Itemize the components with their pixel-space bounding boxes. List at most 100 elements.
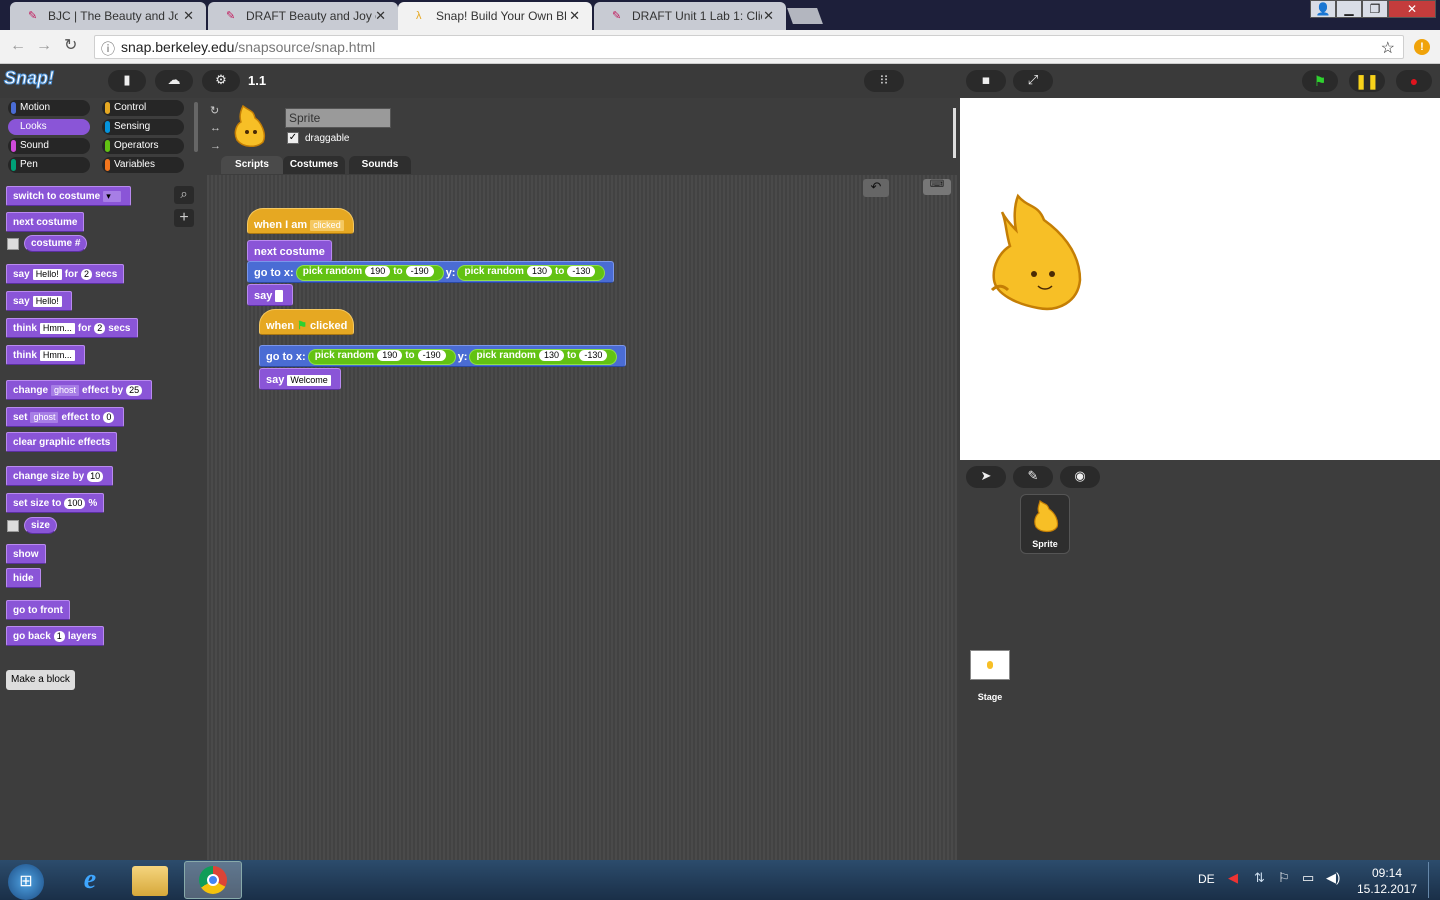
small-stage-icon[interactable]: ▪	[966, 70, 1006, 92]
block-go-back-layers[interactable]: go back 1 layers	[6, 626, 104, 646]
text-slot[interactable]: Welcome	[287, 374, 331, 386]
reporter-size[interactable]: size	[24, 517, 57, 534]
stage-thumbnail[interactable]	[970, 650, 1010, 680]
text-slot[interactable]: Hello!	[32, 295, 62, 307]
block-think-for-secs[interactable]: think Hmm... for 2 secs	[6, 318, 138, 338]
block-next-costume[interactable]: next costume	[6, 212, 85, 232]
category-sound[interactable]: Sound	[8, 138, 90, 154]
settings-gear-icon[interactable]: ⚙	[202, 70, 240, 92]
stepping-footprints-icon[interactable]: ⁝⁝	[864, 70, 904, 92]
forward-arrow-icon[interactable]: →	[36, 38, 52, 54]
flag-icon[interactable]: ⚐	[1278, 870, 1290, 886]
speaker-icon[interactable]: ◀)	[1326, 870, 1340, 886]
cloud-icon[interactable]: ☁	[155, 70, 193, 92]
reload-icon[interactable]: ↻	[64, 38, 77, 54]
block-say[interactable]: say Welcome	[259, 368, 341, 390]
start-button[interactable]: ⊞	[8, 864, 44, 900]
event-dropdown[interactable]: clicked	[310, 219, 344, 231]
tab-close-icon[interactable]: ✕	[375, 8, 386, 24]
category-sensing[interactable]: Sensing	[102, 119, 184, 135]
show-desktop-button[interactable]	[1428, 862, 1438, 898]
browser-tab[interactable]: ✎ BJC | The Beauty and Joy ✕	[10, 2, 206, 30]
stop-icon[interactable]: ●	[1396, 70, 1432, 92]
tab-sounds[interactable]: Sounds	[349, 156, 411, 174]
number-slot[interactable]: 25	[126, 384, 143, 396]
sprite-name-field[interactable]: Sprite	[285, 108, 391, 128]
paintbrush-icon[interactable]: ✎	[1013, 466, 1053, 488]
internet-explorer-icon[interactable]: e	[72, 864, 108, 898]
block-switch-to-costume[interactable]: switch to costume ▾	[6, 186, 132, 206]
tab-costumes[interactable]: Costumes	[283, 156, 345, 174]
file-explorer-icon[interactable]	[132, 866, 168, 896]
sprite-on-stage[interactable]	[988, 190, 1088, 314]
costume-dropdown[interactable]: ▾	[103, 190, 122, 202]
number-slot[interactable]: 190	[377, 350, 403, 362]
watcher-checkbox[interactable]	[7, 520, 19, 532]
number-slot[interactable]: 130	[538, 350, 564, 362]
number-slot[interactable]: -130	[579, 350, 608, 362]
block-clear-graphic-effects[interactable]: clear graphic effects	[6, 432, 118, 452]
language-indicator[interactable]: DE	[1198, 872, 1215, 886]
search-icon[interactable]: ⌕	[174, 186, 194, 204]
turtle-arrow-icon[interactable]: ➤	[966, 466, 1006, 488]
no-rotate-icon[interactable]: →	[210, 140, 221, 152]
scripting-area[interactable]: ↶ ⌨ when I am clicked next costume go to …	[207, 175, 957, 860]
text-slot[interactable]: Hmm...	[39, 322, 75, 334]
add-icon[interactable]: +	[174, 209, 194, 227]
browser-tab-active[interactable]: λ Snap! Build Your Own Bl ✕	[398, 2, 592, 31]
back-arrow-icon[interactable]: ←	[10, 38, 26, 54]
block-go-to-xy[interactable]: go to x: pick random 190 to -190 y: pick rando…	[259, 345, 627, 367]
block-think[interactable]: think Hmm...	[6, 345, 85, 365]
watcher-checkbox[interactable]	[7, 238, 19, 250]
pick-random-reporter[interactable]: pick random 130 to -130	[457, 265, 606, 282]
snap-logo[interactable]: Snap!	[3, 68, 54, 89]
rotate-full-icon[interactable]: ↻	[210, 104, 219, 117]
pick-random-reporter[interactable]: pick random 190 to -190	[307, 349, 456, 366]
category-variables[interactable]: Variables	[102, 157, 184, 173]
hat-when-i-am-clicked[interactable]: when I am clicked	[247, 208, 354, 234]
pick-random-reporter[interactable]: pick random 130 to -130	[469, 349, 618, 366]
number-slot[interactable]: -130	[567, 266, 596, 278]
number-slot[interactable]: -190	[405, 266, 434, 278]
make-a-block-button[interactable]: Make a block	[6, 670, 75, 690]
tab-scripts[interactable]: Scripts	[221, 156, 283, 174]
block-hide[interactable]: hide	[6, 568, 41, 588]
browser-tab[interactable]: ✎ DRAFT Unit 1 Lab 1: Click ✕	[594, 2, 786, 30]
file-icon[interactable]: ▮	[108, 70, 146, 92]
new-tab-button[interactable]	[787, 8, 823, 24]
number-slot[interactable]: 2	[81, 268, 93, 280]
fullscreen-icon[interactable]: ⤢	[1013, 70, 1053, 92]
block-change-effect[interactable]: change ghost effect by 25	[6, 380, 153, 400]
maximize-button[interactable]: ❐	[1362, 0, 1388, 18]
pick-random-reporter[interactable]: pick random 190 to -190	[295, 265, 444, 282]
pause-icon[interactable]: ❚❚	[1349, 70, 1385, 92]
block-go-to-front[interactable]: go to front	[6, 600, 70, 620]
clock-date[interactable]: 15.12.2017	[1356, 882, 1418, 896]
camera-icon[interactable]: ◉	[1060, 466, 1100, 488]
hat-when-green-flag-clicked[interactable]: when ⚑ clicked	[259, 309, 355, 335]
window-close-button[interactable]: ✕	[1388, 0, 1436, 18]
volume-alert-icon[interactable]: ◀	[1228, 870, 1238, 886]
stage[interactable]	[960, 98, 1440, 460]
category-looks[interactable]: Looks	[8, 119, 90, 135]
effect-dropdown[interactable]: ghost	[51, 384, 80, 396]
chrome-taskbar-button[interactable]	[184, 861, 242, 899]
number-slot[interactable]: -190	[417, 350, 446, 362]
number-slot[interactable]: 100	[64, 497, 86, 509]
block-change-size[interactable]: change size by 10	[6, 466, 114, 486]
update-alert-icon[interactable]: !	[1414, 39, 1430, 55]
minimize-button[interactable]: ▁	[1336, 0, 1362, 18]
block-say-for-secs[interactable]: say Hello! for 2 secs	[6, 264, 125, 284]
number-slot[interactable]: 10	[87, 470, 104, 482]
category-control[interactable]: Control	[102, 100, 184, 116]
number-slot[interactable]: 0	[103, 411, 115, 423]
tab-close-icon[interactable]: ✕	[763, 8, 774, 24]
block-say[interactable]: say	[247, 284, 294, 306]
number-slot[interactable]: 190	[365, 266, 391, 278]
number-slot[interactable]: 1	[53, 630, 65, 642]
text-slot[interactable]: Hello!	[32, 268, 62, 280]
star-icon[interactable]: ☆	[1381, 38, 1395, 58]
user-icon[interactable]: 👤	[1310, 0, 1336, 18]
effect-dropdown[interactable]: ghost	[30, 411, 59, 423]
tab-close-icon[interactable]: ✕	[569, 8, 580, 24]
